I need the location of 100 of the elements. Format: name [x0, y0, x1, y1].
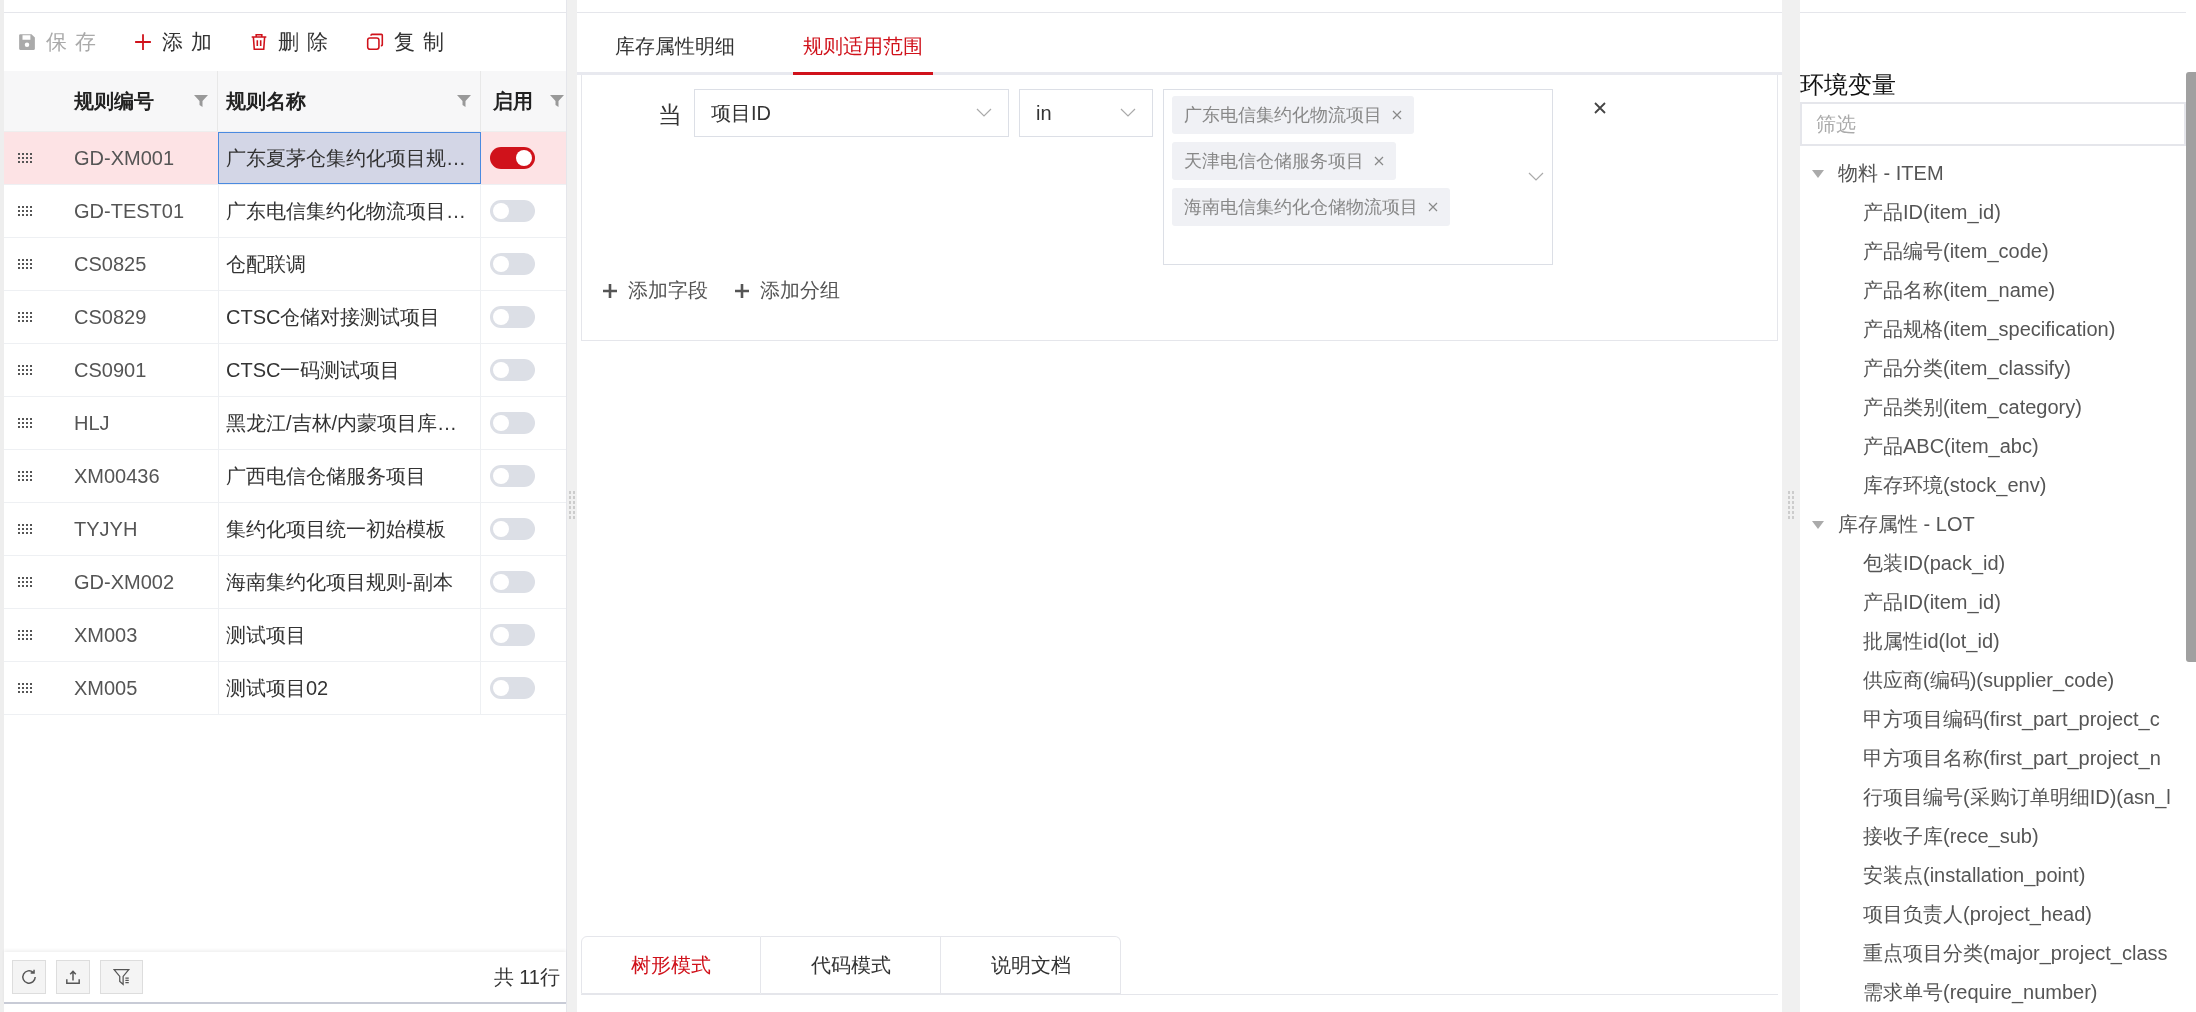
toggle-switch[interactable]	[490, 518, 535, 540]
toggle-switch[interactable]	[490, 412, 535, 434]
table-cell: CTSC一码测试项目	[218, 344, 481, 396]
tab[interactable]: 库存属性明细	[605, 33, 745, 75]
tree-item[interactable]: 批属性id(lot_id)	[1800, 622, 2186, 661]
mode-tab[interactable]: 代码模式	[761, 936, 941, 994]
table-row[interactable]: GD-XM002 海南集约化项目规则-副本	[4, 556, 566, 609]
tree-item[interactable]: 重点项目分类(major_project_class	[1800, 934, 2186, 973]
toggle-switch[interactable]	[490, 253, 535, 275]
tree-group[interactable]: 库存属性 - LOT	[1800, 505, 1981, 544]
tree-item[interactable]: 甲方项目编码(first_part_project_c	[1800, 700, 2186, 739]
toggle-switch[interactable]	[490, 200, 535, 222]
tree-item[interactable]: 供应商(编码)(supplier_code)	[1800, 661, 2186, 700]
drag-handle-icon[interactable]	[18, 418, 32, 428]
column-header[interactable]: 规则名称	[218, 71, 481, 131]
table-cell-text: GD-XM001	[74, 145, 176, 171]
column-header[interactable]: 启用	[481, 71, 567, 131]
tree-item[interactable]: 项目负责人(project_head)	[1800, 895, 2186, 934]
tab[interactable]: 规则适用范围	[793, 33, 933, 75]
toggle-switch[interactable]	[490, 624, 535, 646]
copy-icon	[366, 33, 384, 51]
tree-item[interactable]: 包装ID(pack_id)	[1800, 544, 2186, 583]
delete-button[interactable]: 删除	[250, 28, 336, 56]
add-button[interactable]: 添加分组	[734, 277, 840, 304]
tree-item[interactable]: 产品分类(item_classify)	[1800, 349, 2186, 388]
table-row[interactable]: HLJ 黑龙江/吉林/内蒙项目库…	[4, 397, 566, 450]
toggle-switch[interactable]	[490, 677, 535, 699]
add-button[interactable]: 添加	[134, 28, 220, 56]
plus-icon	[602, 282, 618, 299]
panel-title: 环境变量	[1800, 70, 1897, 100]
tree-item[interactable]: 行项目编号(采购订单明细ID)(asn_l	[1800, 778, 2186, 817]
table-cell-text: GD-XM002	[74, 569, 176, 595]
table-row[interactable]: XM005 测试项目02	[4, 662, 566, 715]
column-header[interactable]: 规则编号	[4, 71, 218, 131]
tree-item[interactable]: 产品规格(item_specification)	[1800, 310, 2186, 349]
filter-list-button[interactable]	[100, 960, 143, 994]
resize-handle-icon[interactable]	[569, 491, 575, 521]
tree-item[interactable]: 产品ID(item_id)	[1800, 193, 2186, 232]
tree-group[interactable]: 物料 - ITEM	[1800, 154, 1950, 193]
refresh-button[interactable]	[12, 960, 46, 994]
mode-tab[interactable]: 树形模式	[581, 936, 761, 994]
resize-handle-icon[interactable]	[1788, 491, 1794, 521]
filter-icon[interactable]	[456, 93, 472, 109]
table-cell-text: XM003	[74, 622, 139, 648]
remove-condition-button[interactable]	[1593, 101, 1607, 115]
table-row[interactable]: CS0901 CTSC一码测试项目	[4, 344, 566, 397]
tree-item[interactable]: 接收子库(rece_sub)	[1800, 817, 2186, 856]
caret-icon	[1812, 169, 1824, 178]
table-cell: 广东夏茅仓集约化项目规…	[218, 132, 481, 184]
table-cell: 测试项目	[218, 609, 481, 661]
table-row[interactable]: XM00436 广西电信仓储服务项目	[4, 450, 566, 503]
table-cell-text: XM00436	[74, 463, 161, 489]
drag-handle-icon[interactable]	[18, 577, 32, 587]
tree-item[interactable]: 产品编号(item_code)	[1800, 232, 2186, 271]
drag-handle-icon[interactable]	[18, 153, 32, 163]
toggle-switch[interactable]	[490, 359, 535, 381]
close-icon[interactable]	[1428, 202, 1438, 212]
operator-select[interactable]: in	[1019, 89, 1153, 137]
tree-item[interactable]: 甲方项目名称(first_part_project_n	[1800, 739, 2186, 778]
tree-item[interactable]: 产品ABC(item_abc)	[1800, 427, 2186, 466]
close-icon[interactable]	[1392, 110, 1402, 120]
scrollbar-thumb[interactable]	[2186, 72, 2196, 662]
table-row[interactable]: CS0829 CTSC仓储对接测试项目	[4, 291, 566, 344]
drag-handle-icon[interactable]	[18, 471, 32, 481]
drag-handle-icon[interactable]	[18, 365, 32, 375]
trash-icon	[250, 33, 268, 51]
drag-handle-icon[interactable]	[18, 630, 32, 640]
table-row[interactable]: XM003 测试项目	[4, 609, 566, 662]
tree-item[interactable]: 需求单号(require_number)	[1800, 973, 2186, 1012]
toggle-switch[interactable]	[490, 306, 535, 328]
upload-button[interactable]	[56, 960, 90, 994]
table-row[interactable]: CS0825 仓配联调	[4, 238, 566, 291]
toggle-switch[interactable]	[490, 465, 535, 487]
toggle-switch[interactable]	[490, 571, 535, 593]
close-icon[interactable]	[1374, 156, 1384, 166]
table-row[interactable]: GD-TEST01 广东电信集约化物流项目…	[4, 185, 566, 238]
filter-icon[interactable]	[193, 93, 209, 109]
tree-item[interactable]: 安装点(installation_point)	[1800, 856, 2186, 895]
caret-icon	[1812, 520, 1824, 529]
table-cell-text: HLJ	[74, 410, 111, 436]
drag-handle-icon[interactable]	[18, 524, 32, 534]
add-button[interactable]: 添加字段	[602, 277, 708, 304]
drag-handle-icon[interactable]	[18, 312, 32, 322]
tree-item[interactable]: 产品ID(item_id)	[1800, 583, 2186, 622]
field-select[interactable]: 项目ID	[694, 89, 1009, 137]
filter-icon[interactable]	[549, 93, 565, 109]
tree-item[interactable]: 产品名称(item_name)	[1800, 271, 2186, 310]
drag-handle-icon[interactable]	[18, 683, 32, 693]
drag-handle-icon[interactable]	[18, 259, 32, 269]
table-row[interactable]: GD-XM001 广东夏茅仓集约化项目规…	[4, 132, 566, 185]
filter-field[interactable]: 筛选	[1800, 102, 2186, 146]
table-cell: 测试项目02	[218, 662, 481, 714]
toggle-switch[interactable]	[490, 147, 535, 169]
chevron-down-icon	[976, 108, 992, 118]
table-row[interactable]: TYJYH 集约化项目统一初始模板	[4, 503, 566, 556]
drag-handle-icon[interactable]	[18, 206, 32, 216]
tree-item[interactable]: 产品类别(item_category)	[1800, 388, 2186, 427]
mode-tab[interactable]: 说明文档	[941, 936, 1121, 994]
tree-item[interactable]: 库存环境(stock_env)	[1800, 466, 2186, 505]
copy-button[interactable]: 复制	[366, 28, 452, 56]
